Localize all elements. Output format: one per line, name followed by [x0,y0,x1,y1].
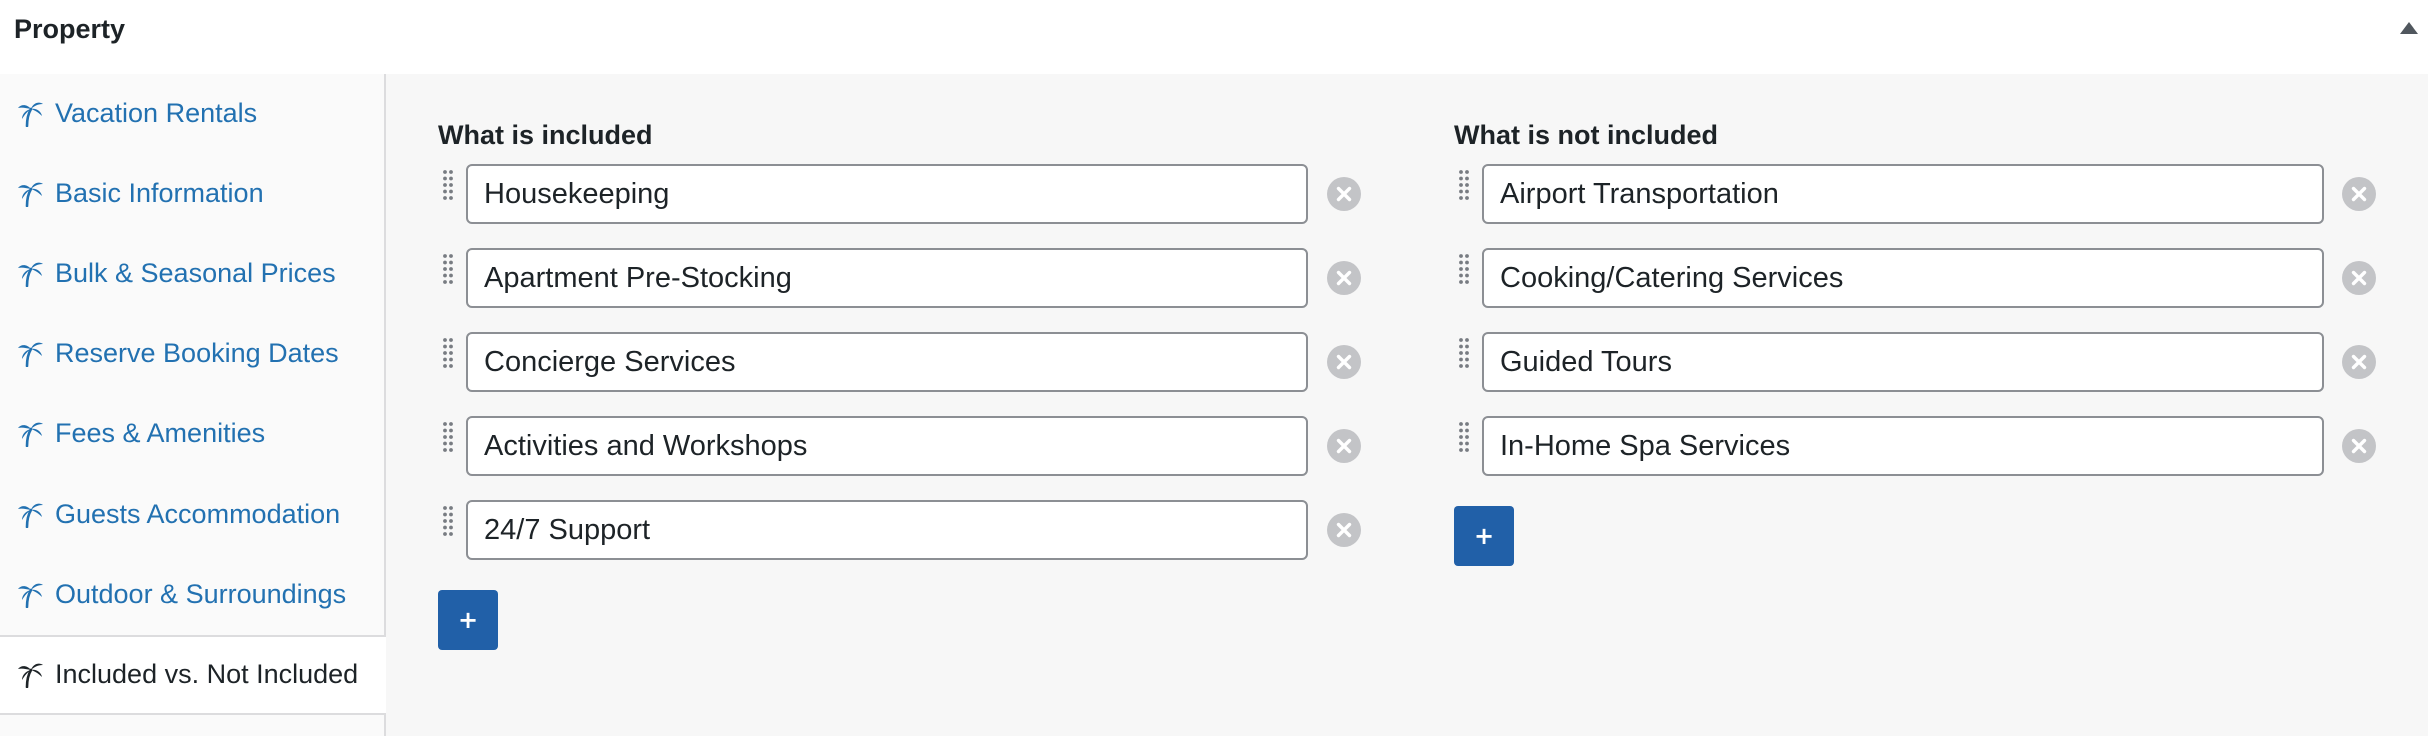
not-included-row [1454,332,2376,392]
sidebar-item-label: Vacation Rentals [55,98,258,128]
included-row [438,500,1361,560]
sidebar: Vacation Rentals Basic Information Bulk … [0,74,388,736]
palm-tree-icon [16,259,44,288]
sidebar-item-label: Reserve Booking Dates [55,338,339,368]
remove-icon[interactable] [1327,429,1361,463]
drag-handle-icon[interactable] [438,336,458,372]
sidebar-item-label: Outdoor & Surroundings [55,579,347,609]
drag-handle-icon[interactable] [438,168,458,204]
included-item-input[interactable] [466,248,1308,308]
included-heading: What is included [438,120,653,150]
remove-icon[interactable] [1327,177,1361,211]
not-included-item-input[interactable] [1482,332,2324,392]
sidebar-item-label: Guests Accommodation [55,499,341,529]
sidebar-item-outdoor-surroundings[interactable]: Outdoor & Surroundings [0,555,386,635]
drag-handle-icon[interactable] [438,504,458,540]
sidebar-item-label: Bulk & Seasonal Prices [55,258,336,288]
add-not-included-button[interactable]: + [1454,506,1514,566]
main-content: What is included + What is not [386,74,2428,736]
not-included-item-input[interactable] [1482,416,2324,476]
palm-tree-icon [16,500,44,529]
included-row [438,248,1361,308]
not-included-item-input[interactable] [1482,164,2324,224]
palm-tree-icon [16,419,44,448]
remove-icon[interactable] [2342,345,2376,379]
palm-tree-icon [16,179,44,208]
sidebar-item-fees-amenities[interactable]: Fees & Amenities [0,394,386,474]
sidebar-item-label: Basic Information [55,178,264,208]
sidebar-item-label: Included vs. Not Included [55,659,359,689]
included-item-input[interactable] [466,500,1308,560]
drag-handle-icon[interactable] [1454,420,1474,456]
sidebar-item-vacation-rentals[interactable]: Vacation Rentals [0,74,386,154]
remove-icon[interactable] [1327,345,1361,379]
drag-handle-icon[interactable] [438,420,458,456]
collapse-toggle-icon[interactable] [2400,22,2418,34]
remove-icon[interactable] [2342,261,2376,295]
remove-icon[interactable] [2342,177,2376,211]
remove-icon[interactable] [1327,513,1361,547]
remove-icon[interactable] [1327,261,1361,295]
included-row [438,332,1361,392]
palm-tree-icon [16,580,44,609]
not-included-row [1454,416,2376,476]
remove-icon[interactable] [2342,429,2376,463]
sidebar-item-basic-information[interactable]: Basic Information [0,154,386,234]
palm-tree-icon [16,339,44,368]
palm-tree-icon [16,660,44,689]
drag-handle-icon[interactable] [1454,252,1474,288]
not-included-row [1454,164,2376,224]
palm-tree-icon [16,99,44,128]
not-included-item-input[interactable] [1482,248,2324,308]
sidebar-item-included-vs-not-included[interactable]: Included vs. Not Included [0,635,388,715]
not-included-heading: What is not included [1454,120,1718,150]
included-item-input[interactable] [466,164,1308,224]
not-included-row [1454,248,2376,308]
sidebar-item-label: Fees & Amenities [55,418,266,448]
drag-handle-icon[interactable] [1454,336,1474,372]
sidebar-item-bulk-seasonal-prices[interactable]: Bulk & Seasonal Prices [0,234,386,314]
drag-handle-icon[interactable] [438,252,458,288]
included-row [438,164,1361,224]
drag-handle-icon[interactable] [1454,168,1474,204]
included-item-input[interactable] [466,416,1308,476]
panel-title: Property [14,14,126,44]
add-included-button[interactable]: + [438,590,498,650]
sidebar-item-reserve-booking-dates[interactable]: Reserve Booking Dates [0,314,386,394]
included-row [438,416,1361,476]
sidebar-item-guests-accommodation[interactable]: Guests Accommodation [0,475,386,555]
property-panel: Property Vacation Rentals Basic Informat… [0,0,2428,736]
included-item-input[interactable] [466,332,1308,392]
panel-header: Property [0,0,2428,60]
